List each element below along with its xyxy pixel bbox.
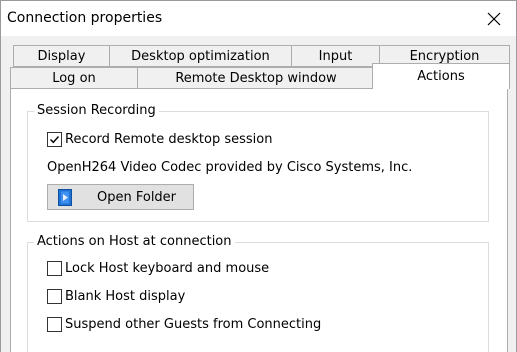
record-session-checkbox[interactable] xyxy=(47,131,62,147)
tab-encryption-label: Encryption xyxy=(409,48,480,64)
window-title: Connection properties xyxy=(7,10,163,26)
actions-tab-panel: Session Recording Record Remote desktop … xyxy=(10,88,508,352)
host-actions-group: Actions on Host at connection Lock Host … xyxy=(27,234,489,352)
tab-display-label: Display xyxy=(37,48,86,64)
tab-actions-label: Actions xyxy=(417,69,465,84)
codec-info-text: OpenH264 Video Codec provided by Cisco S… xyxy=(47,160,413,175)
open-folder-button[interactable]: Open Folder xyxy=(47,184,194,210)
suspend-guests-checkbox-row[interactable]: Suspend other Guests from Connecting xyxy=(47,315,321,333)
window-border-left xyxy=(0,0,1,352)
lock-keyboard-checkbox-row[interactable]: Lock Host keyboard and mouse xyxy=(47,259,269,277)
tab-desktop-optimization-label: Desktop optimization xyxy=(131,48,270,64)
blank-display-label: Blank Host display xyxy=(65,288,186,304)
tab-input-label: Input xyxy=(318,48,353,64)
blank-display-checkbox[interactable] xyxy=(47,288,62,304)
record-session-checkbox-row[interactable]: Record Remote desktop session xyxy=(47,130,272,148)
tab-actions[interactable]: Actions xyxy=(372,63,510,89)
title-bar: Connection properties xyxy=(0,0,517,36)
suspend-guests-checkbox[interactable] xyxy=(47,316,62,332)
folder-document-icon xyxy=(58,189,72,206)
lock-keyboard-checkbox[interactable] xyxy=(47,260,62,276)
host-actions-legend: Actions on Host at connection xyxy=(34,234,235,250)
tab-display[interactable]: Display xyxy=(13,45,110,67)
blank-display-checkbox-row[interactable]: Blank Host display xyxy=(47,287,185,305)
tab-remote-desktop-window-label: Remote Desktop window xyxy=(175,70,337,86)
close-button[interactable] xyxy=(471,1,517,37)
session-recording-group: Session Recording Record Remote desktop … xyxy=(27,103,489,222)
tab-input[interactable]: Input xyxy=(291,45,380,67)
session-recording-legend: Session Recording xyxy=(34,103,159,119)
open-folder-label: Open Folder xyxy=(97,190,177,205)
lock-keyboard-label: Lock Host keyboard and mouse xyxy=(65,260,270,276)
checkmark-icon xyxy=(50,135,60,143)
close-icon xyxy=(487,12,501,26)
tab-remote-desktop-window[interactable]: Remote Desktop window xyxy=(137,67,375,89)
tab-desktop-optimization[interactable]: Desktop optimization xyxy=(109,45,292,67)
record-session-label: Record Remote desktop session xyxy=(65,131,273,147)
suspend-guests-label: Suspend other Guests from Connecting xyxy=(65,316,322,332)
tab-log-on-label: Log on xyxy=(52,70,96,86)
tab-log-on[interactable]: Log on xyxy=(10,67,138,89)
